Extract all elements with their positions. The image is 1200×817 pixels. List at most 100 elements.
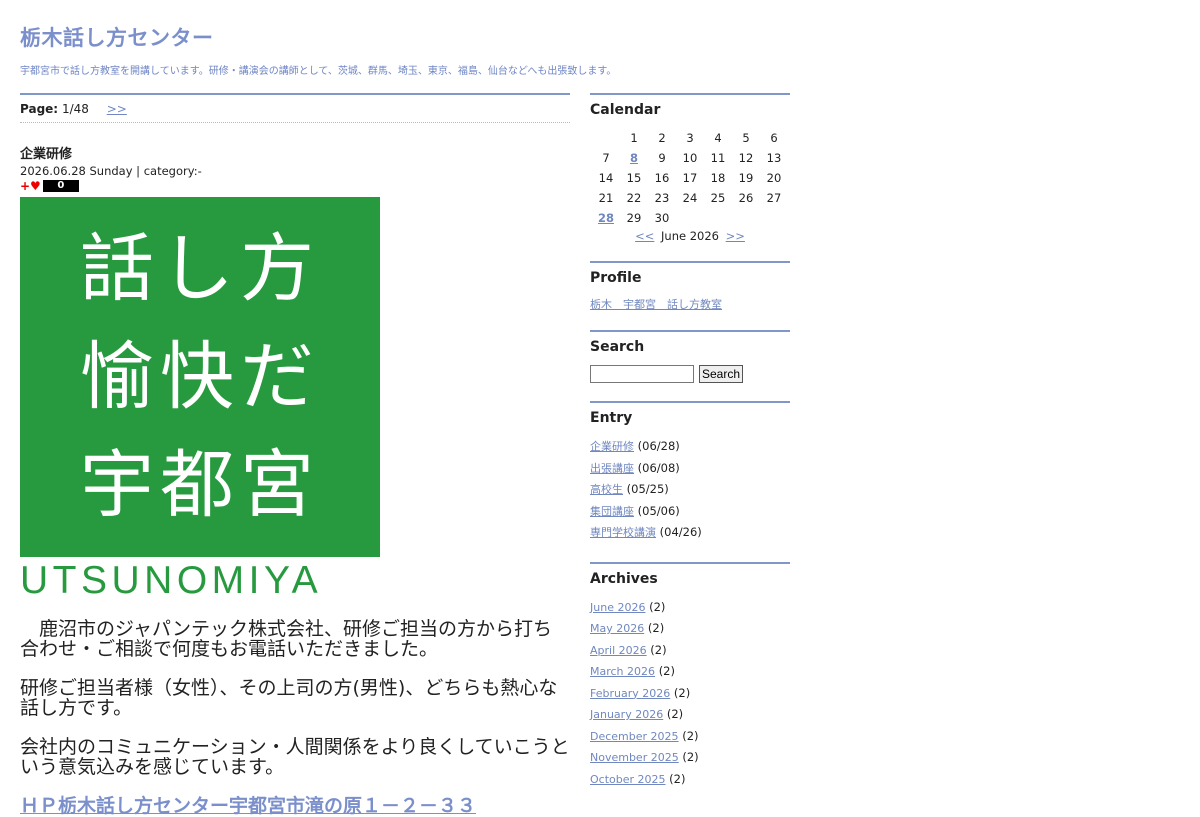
like-widget: +♥ 0: [20, 179, 570, 193]
logo-line-1: 話し方: [80, 226, 320, 312]
calendar-day: 2: [658, 131, 666, 145]
entry-list-date: (06/28): [637, 439, 680, 453]
pager-next-link[interactable]: >>: [107, 102, 127, 116]
archive-link[interactable]: January 2026: [590, 708, 663, 721]
calendar-day: 7: [602, 151, 610, 165]
archive-count: (2): [647, 621, 665, 635]
calendar-day: 16: [654, 171, 670, 185]
entry-body: 鹿沼市のジャパンテック株式会社、研修ご担当の方から打ち合わせ・ご相談で何度もお電…: [20, 619, 570, 816]
archive-link[interactable]: November 2025: [590, 751, 679, 764]
calendar-day: 15: [626, 171, 642, 185]
profile-heading: Profile: [590, 270, 642, 286]
calendar-day: 4: [714, 131, 722, 145]
archive-item: June 2026 (2): [590, 597, 790, 619]
calendar-day: [592, 128, 620, 148]
archive-link[interactable]: June 2026: [590, 601, 645, 614]
homepage-link[interactable]: ＨＰ栃木話し方センター宇都宮市滝の原１－２－３３: [20, 795, 476, 817]
pager-label: Page:: [20, 102, 59, 116]
calendar-day: 18: [710, 171, 726, 185]
archive-link[interactable]: May 2026: [590, 622, 644, 635]
calendar-heading: Calendar: [590, 102, 661, 118]
archive-item: January 2026 (2): [590, 704, 790, 726]
search-input[interactable]: [590, 365, 694, 383]
calendar-day: 29: [626, 211, 642, 225]
calendar-day: [760, 208, 788, 228]
calendar-week: 14 15 16 17 18 19 20: [592, 168, 788, 188]
calendar-day: 9: [658, 151, 666, 165]
calendar-day: 24: [682, 191, 698, 205]
logo-green-box: 話し方 愉快だ 宇都宮: [20, 197, 380, 557]
calendar-table: 1 2 3 4 5 6 7 8 9 10 11 12 13 14 15 16 17 18 19 20 21 22 23 24 2…: [592, 128, 788, 228]
logo-line-2: 愉快だ: [80, 334, 320, 420]
entry-list-date: (05/25): [626, 482, 669, 496]
entry-list-box: Entry 企業研修 (06/28) 出張講座 (06/08) 高校生 (05/25…: [590, 401, 790, 544]
archive-item: March 2026 (2): [590, 661, 790, 683]
calendar-day: 28: [592, 208, 620, 228]
site-description: 宇都宮市で話し方教室を開講しています。研修・講演会の講師として、茨城、群馬、埼玉…: [20, 66, 617, 77]
entry-title: 企業研修: [20, 147, 73, 162]
calendar-day: 30: [654, 211, 670, 225]
profile-box: Profile 栃木 宇都宮 話し方教室: [590, 261, 790, 312]
entry-list-date: (05/06): [637, 503, 680, 518]
entry-paragraph: 会社内のコミュニケーション・人間関係をより良くしていこうという意気込みを感じてい…: [20, 736, 570, 778]
like-count: 0: [42, 180, 79, 192]
entry-list-link[interactable]: 集団講座: [590, 505, 634, 518]
calendar-day: 25: [710, 191, 726, 205]
archive-link[interactable]: October 2025: [590, 773, 666, 786]
calendar-prev-link[interactable]: <<: [635, 229, 654, 243]
calendar-day: 21: [598, 191, 614, 205]
archive-count: (2): [673, 685, 691, 700]
calendar-day: 23: [654, 191, 670, 205]
site-title-link[interactable]: 栃木話し方センター: [20, 22, 800, 52]
archive-count: (2): [650, 642, 667, 657]
calendar-day: 8: [620, 148, 648, 168]
archive-count: (2): [666, 707, 684, 721]
calendar-day: 10: [682, 151, 698, 165]
entry: 企業研修 2026.06.28 Sunday | category:- +♥ 0…: [20, 143, 570, 816]
calendar-day: 26: [738, 191, 754, 205]
calendar-day: 19: [738, 171, 754, 185]
calendar-day: 13: [766, 151, 782, 165]
calendar-day-link[interactable]: 8: [630, 151, 638, 165]
archive-link[interactable]: February 2026: [590, 687, 670, 700]
calendar-day: 12: [738, 151, 754, 165]
archive-link[interactable]: December 2025: [590, 730, 679, 743]
archives-heading: Archives: [590, 570, 658, 587]
heart-icon[interactable]: +♥: [20, 180, 41, 192]
calendar-day-link[interactable]: 28: [598, 211, 614, 225]
calendar-week: 7 8 9 10 11 12 13: [592, 148, 788, 168]
search-button[interactable]: Search: [699, 365, 744, 383]
entry-list-link[interactable]: 高校生: [590, 483, 623, 496]
entry-list-link[interactable]: 専門学校講演: [590, 526, 656, 539]
calendar-month: June 2026: [661, 229, 719, 243]
profile-link[interactable]: 栃木 宇都宮 話し方教室: [590, 298, 722, 311]
calendar-next-link[interactable]: >>: [726, 229, 745, 243]
entry-list-heading: Entry: [590, 410, 633, 426]
calendar-week: 28 29 30: [592, 208, 788, 228]
calendar-day: 20: [766, 171, 782, 185]
calendar-day: 1: [630, 131, 638, 145]
calendar-week: 1 2 3 4 5 6: [592, 128, 788, 148]
entry-list-item: 集団講座 (05/06): [590, 501, 790, 523]
archive-link[interactable]: March 2026: [590, 665, 655, 678]
archive-item: December 2025 (2): [590, 726, 790, 748]
entry-list-date: (06/08): [637, 460, 680, 475]
archive-item: October 2025 (2): [590, 769, 790, 791]
entry-list-date: (04/26): [659, 525, 702, 539]
entry-list-item: 出張講座 (06/08): [590, 458, 790, 480]
entry-list-item: 企業研修 (06/28): [590, 436, 790, 458]
calendar-day: 11: [710, 151, 726, 165]
entry-paragraph: 研修ご担当者様（女性）、その上司の方(男性)、どちらも熱心な話し方です。: [20, 677, 558, 719]
logo-wordmark: UTSUNOMIYA: [20, 559, 323, 602]
calendar-day: [704, 208, 732, 228]
archive-link[interactable]: April 2026: [590, 644, 647, 657]
archive-item: May 2026 (2): [590, 618, 790, 640]
pager: Page: 1/48 >>: [20, 93, 570, 123]
entry-list-link[interactable]: 出張講座: [590, 462, 634, 475]
entry-list-link[interactable]: 企業研修: [590, 440, 634, 453]
calendar-day: [732, 208, 760, 228]
calendar-day: 6: [770, 131, 778, 145]
archives-box: Archives June 2026 (2) May 2026 (2) April …: [590, 561, 790, 791]
entry-list-item: 専門学校講演 (04/26): [590, 522, 790, 544]
archive-list: June 2026 (2) May 2026 (2) April 2026 (2) M…: [590, 597, 790, 791]
